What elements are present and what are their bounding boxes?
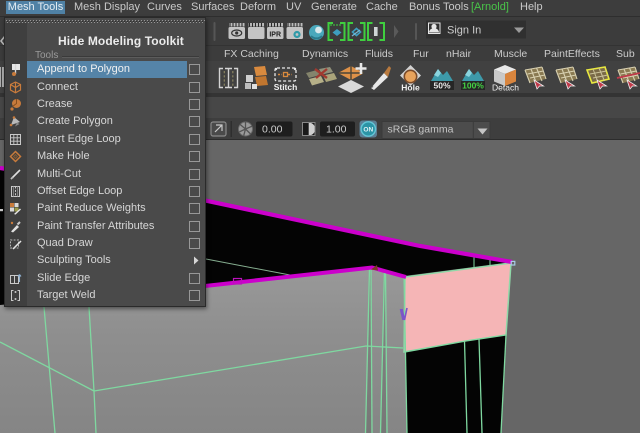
svg-text:0.00: 0.00 [262,124,283,136]
svg-text:100%: 100% [462,81,484,91]
svg-text:Stitch: Stitch [274,82,298,92]
svg-text:ON: ON [363,127,373,134]
svg-text:sRGB gamma: sRGB gamma [388,124,454,136]
svg-text:1.00: 1.00 [326,124,347,136]
svg-text:IPR: IPR [269,32,281,39]
svg-text:Sign In: Sign In [447,25,481,37]
svg-text:50%: 50% [433,81,450,91]
svg-text:Detach: Detach [492,83,519,93]
svg-text:Hole: Hole [401,83,420,93]
